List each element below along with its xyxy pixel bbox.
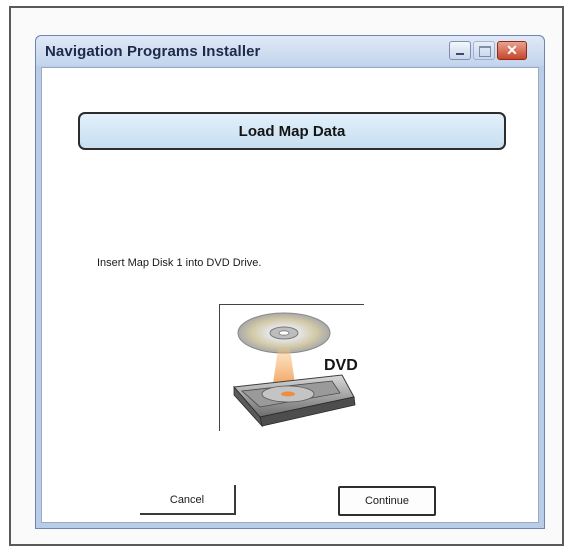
section-title: Load Map Data (238, 123, 346, 140)
dvd-drive-icon: DVD (219, 304, 364, 431)
section-header: Load Map Data (78, 112, 506, 150)
close-button[interactable]: ✕ (497, 41, 527, 60)
cancel-button[interactable]: Cancel (140, 485, 236, 515)
window-client-area: Load Map Data Insert Map Disk 1 into DVD… (41, 67, 539, 523)
window-title: Navigation Programs Installer (45, 43, 261, 60)
instruction-text: Insert Map Disk 1 into DVD Drive. (97, 257, 262, 269)
installer-window: Navigation Programs Installer ✕ Load Map… (35, 35, 545, 529)
maximize-icon (473, 41, 495, 60)
continue-button[interactable]: Continue (338, 486, 436, 516)
close-icon: ✕ (506, 42, 518, 58)
title-bar[interactable]: Navigation Programs Installer ✕ (36, 36, 544, 66)
minimize-icon[interactable] (449, 41, 471, 60)
dvd-label: DVD (324, 357, 358, 374)
